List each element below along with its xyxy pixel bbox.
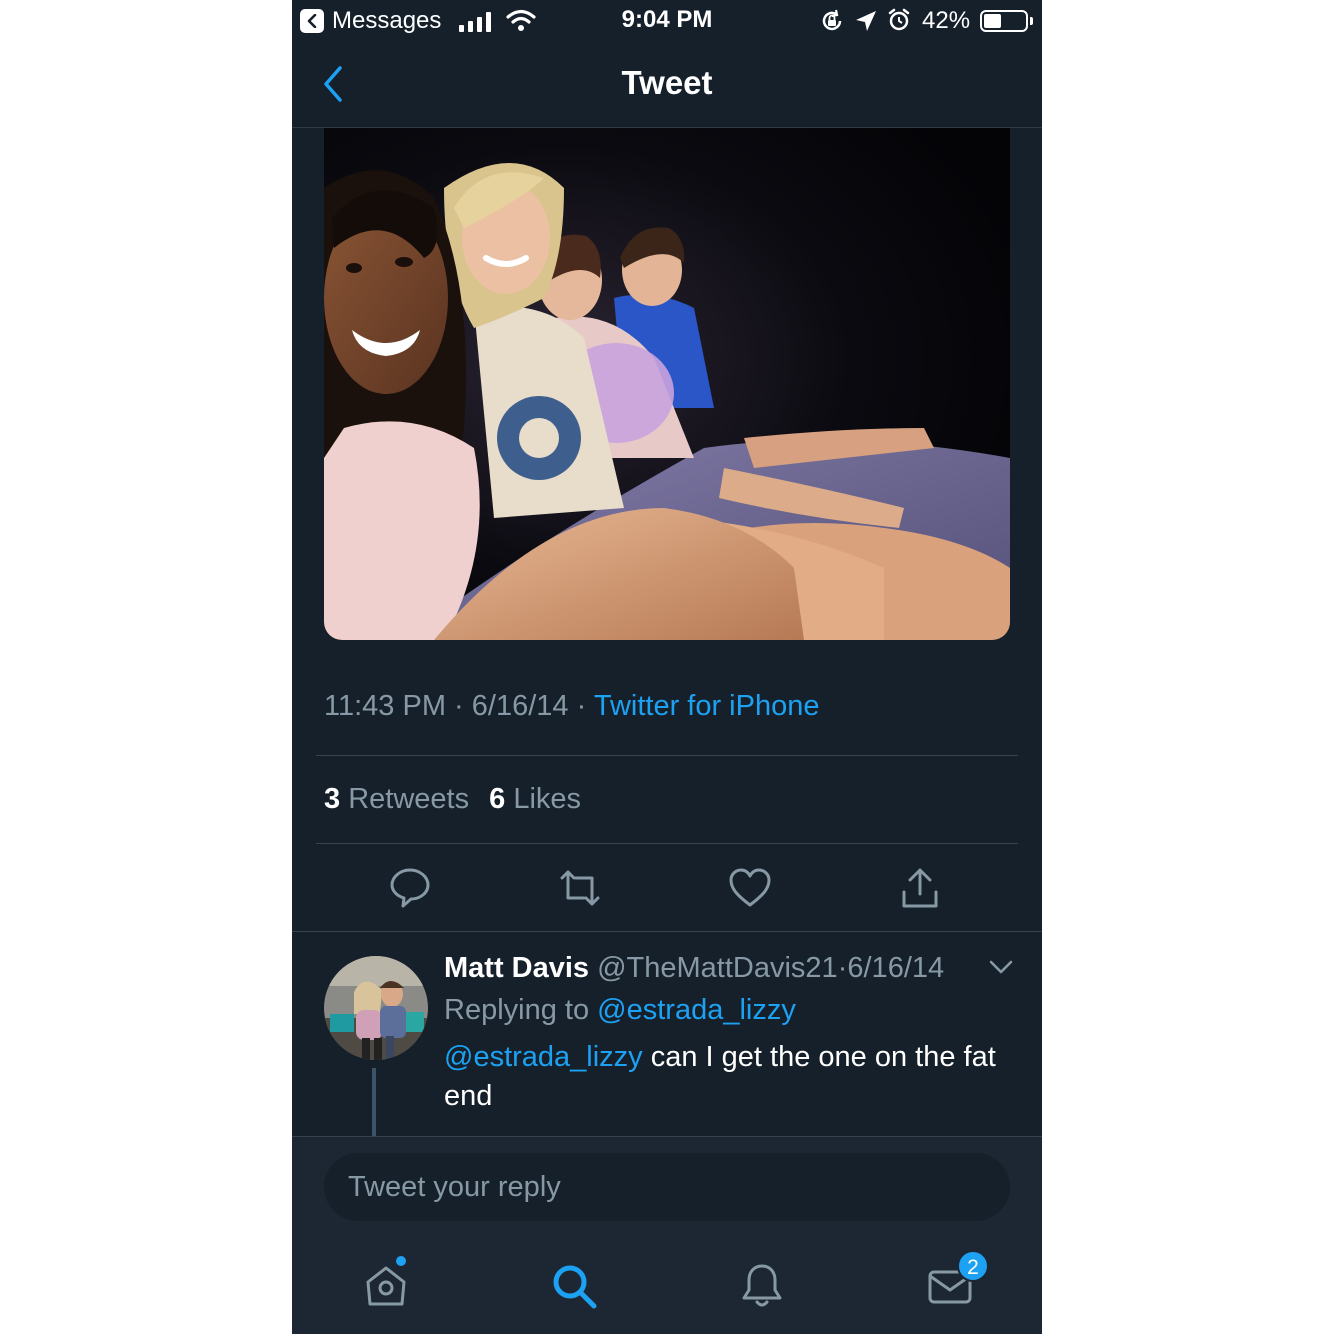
tweet-meta: 11:43 PM · 6/16/14 · Twitter for iPhone xyxy=(324,690,819,723)
alarm-icon xyxy=(888,8,910,31)
reply-date: 6/16/14 xyxy=(847,952,945,984)
cellular-signal-icon xyxy=(459,12,491,32)
meta-separator: · xyxy=(454,690,464,722)
tweet-source-link[interactable]: Twitter for iPhone xyxy=(594,690,820,722)
reply-body: @estrada_lizzy can I get the one on the … xyxy=(444,1038,1004,1116)
retweets-stat[interactable]: 3 Retweets xyxy=(324,783,469,815)
tweet-time: 11:43 PM xyxy=(324,690,446,722)
battery-percent: 42% xyxy=(922,7,971,34)
meta-separator: · xyxy=(576,690,587,722)
meta-separator: · xyxy=(837,952,848,984)
reply-author-name[interactable]: Matt Davis xyxy=(444,952,589,984)
search-icon[interactable] xyxy=(550,1262,598,1310)
battery-tip xyxy=(1030,17,1033,25)
divider xyxy=(316,843,1018,844)
thread-line xyxy=(372,1068,376,1136)
navigation-bar: Tweet xyxy=(292,42,1042,128)
divider xyxy=(316,755,1018,756)
retweets-count: 3 xyxy=(324,783,341,815)
share-icon[interactable] xyxy=(898,866,942,910)
back-to-app-button[interactable] xyxy=(300,9,324,33)
tweet-date: 6/16/14 xyxy=(471,690,569,722)
reply-header: Matt Davis @TheMattDavis21·6/16/14 xyxy=(444,952,944,985)
home-icon[interactable] xyxy=(362,1262,410,1310)
replying-to-line: Replying to @estrada_lizzy xyxy=(444,994,796,1027)
likes-label: Likes xyxy=(513,783,582,815)
retweets-label: Retweets xyxy=(348,783,470,815)
battery-icon xyxy=(980,10,1028,32)
tweet-photo[interactable] xyxy=(324,128,1010,640)
retweet-icon[interactable] xyxy=(558,866,602,910)
avatar[interactable] xyxy=(324,956,428,1060)
group-photo-image xyxy=(324,128,1010,640)
chevron-left-icon xyxy=(307,14,317,28)
replying-to-user-link[interactable]: @estrada_lizzy xyxy=(597,994,796,1026)
reply-icon[interactable] xyxy=(388,866,432,910)
status-bar: Messages 9:04 PM 42% xyxy=(292,0,1042,42)
home-new-indicator xyxy=(396,1256,406,1266)
rotation-lock-icon xyxy=(822,9,842,31)
chevron-down-icon[interactable] xyxy=(988,958,1014,976)
wifi-icon xyxy=(506,9,536,31)
replying-to-label: Replying to xyxy=(444,994,590,1026)
divider xyxy=(292,931,1042,932)
location-arrow-icon xyxy=(856,11,876,31)
likes-count: 6 xyxy=(489,783,506,815)
tweet-stats: 3 Retweets 6 Likes xyxy=(324,783,593,816)
avatar-photo-image xyxy=(324,956,428,1060)
app-screen: Messages 9:04 PM 42% Tweet 11:43 PM · 6/… xyxy=(292,0,1042,1334)
notifications-icon[interactable] xyxy=(738,1262,786,1310)
battery-level-fill xyxy=(984,14,1001,28)
likes-stat[interactable]: 6 Likes xyxy=(489,783,581,815)
like-icon[interactable] xyxy=(728,866,772,910)
page-title: Tweet xyxy=(621,64,713,101)
messages-badge: 2 xyxy=(957,1250,989,1282)
mention-link[interactable]: @estrada_lizzy xyxy=(444,1041,643,1073)
reply-author-handle[interactable]: @TheMattDavis21 xyxy=(597,952,838,984)
reply-input[interactable] xyxy=(324,1153,1010,1221)
back-app-label[interactable]: Messages xyxy=(332,7,441,35)
